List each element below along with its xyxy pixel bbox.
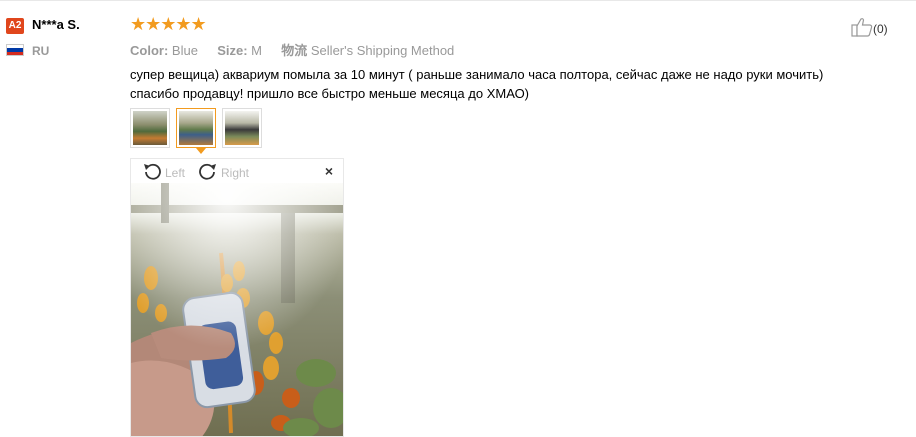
close-icon[interactable]: × (325, 163, 333, 179)
rotate-right-icon (197, 161, 219, 184)
rotate-left-icon (141, 161, 163, 184)
active-thumbnail-pointer (196, 148, 206, 154)
color-value: Blue (171, 43, 198, 58)
shipping-label: 物流 (281, 43, 308, 58)
star-rating: ★★★★★ (130, 14, 207, 34)
size-value: M (251, 43, 262, 58)
thumbs-up-icon (851, 17, 873, 40)
top-divider (0, 0, 916, 1)
rotate-right-button[interactable]: Right (197, 161, 249, 184)
rotate-left-button[interactable]: Left (141, 161, 185, 184)
photo-thumbnails (130, 108, 262, 148)
viewer-toolbar: Left Right × (131, 159, 343, 183)
rotate-left-label: Left (165, 165, 186, 180)
user-level-badge: A2 (6, 18, 24, 34)
thumbnail-3[interactable] (222, 108, 262, 148)
photo-viewer: Left Right × (130, 158, 344, 437)
size-label: Size: (217, 43, 248, 58)
review-text: супер вещица) аквариум помыла за 10 мину… (130, 67, 824, 101)
thumbnail-2[interactable] (176, 108, 216, 148)
order-attributes: Color: Blue Size: M 物流 Seller's Shipping… (130, 40, 454, 59)
helpful-button[interactable]: (0) (851, 17, 888, 40)
helpful-count: (0) (873, 21, 888, 36)
russia-flag-icon (6, 44, 24, 56)
color-label: Color: (130, 43, 169, 58)
review-photo (131, 183, 343, 436)
reviewer-name: N***a S. (32, 17, 80, 32)
rotate-right-label: Right (221, 165, 250, 180)
thumbnail-1[interactable] (130, 108, 170, 148)
reviewer-country: RU (32, 44, 50, 58)
shipping-value: Seller's Shipping Method (310, 43, 455, 58)
